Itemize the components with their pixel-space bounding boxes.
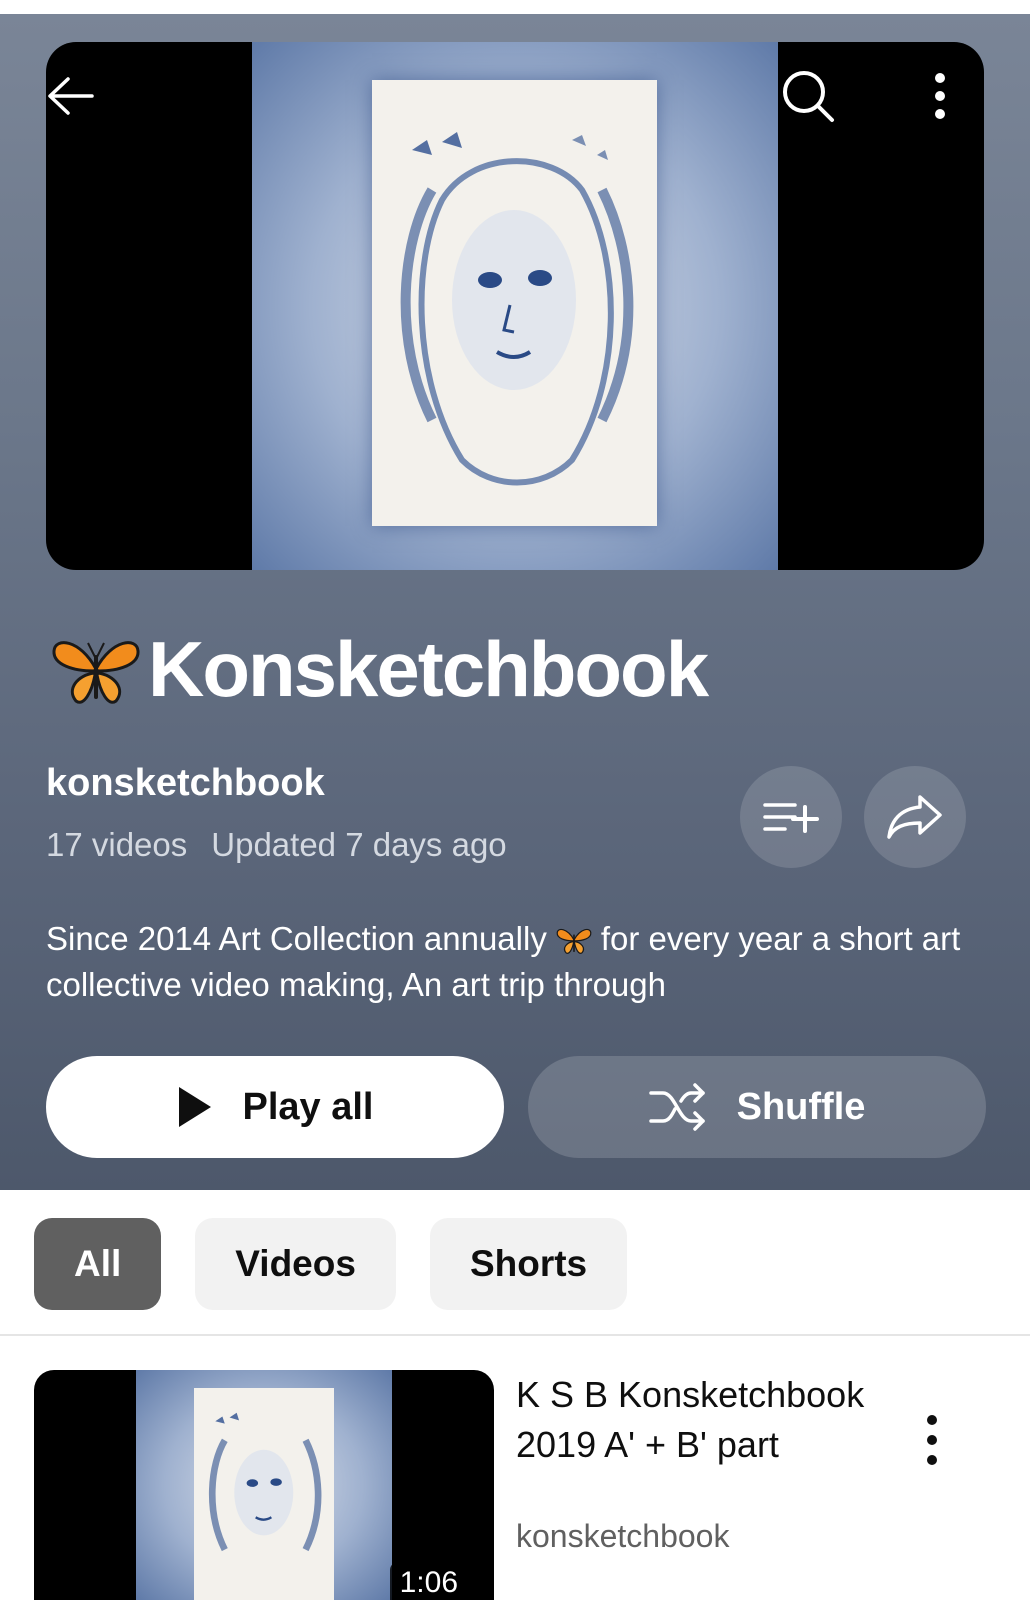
list-item[interactable]: 1:06 K S B Konsketchbook 2019 A' + B' pa…: [34, 1370, 996, 1600]
divider: [0, 1334, 1030, 1336]
playlist-meta: 17 videos Updated 7 days ago: [46, 826, 507, 864]
playlist-title-row: Konsketchbook: [50, 624, 709, 714]
chip-all[interactable]: All: [34, 1218, 162, 1310]
shuffle-icon: [648, 1083, 705, 1131]
artwork-image: [252, 42, 778, 570]
status-spacer: [0, 0, 1030, 14]
play-all-button[interactable]: Play all: [46, 1056, 504, 1158]
playlist-title: Konsketchbook: [148, 624, 709, 713]
video-title[interactable]: K S B Konsketchbook 2019 A' + B' part: [516, 1370, 896, 1470]
share-button[interactable]: [864, 766, 966, 868]
video-channel: konsketchbook: [516, 1518, 730, 1554]
shuffle-button[interactable]: Shuffle: [528, 1056, 986, 1158]
portrait-sketch: [400, 132, 634, 486]
filter-chips: All Videos Shorts: [34, 1218, 661, 1310]
channel-name[interactable]: konsketchbook: [46, 762, 325, 805]
artwork-image: [136, 1370, 392, 1600]
play-all-label: Play all: [242, 1085, 374, 1128]
search-button[interactable]: [780, 66, 836, 126]
sketch-paper: [372, 80, 657, 526]
updated-time: Updated 7 days ago: [211, 826, 507, 863]
more-vertical-icon: [927, 1415, 937, 1465]
shuffle-label: Shuffle: [736, 1085, 866, 1128]
save-to-library-icon: [763, 803, 819, 833]
save-playlist-button[interactable]: [740, 766, 842, 868]
play-icon: [178, 1087, 211, 1127]
video-count: 17 videos: [46, 826, 188, 863]
back-arrow-icon: [48, 77, 94, 115]
playlist-header: Konsketchbook konsketchbook 17 videos Upd…: [0, 14, 1030, 1190]
more-vertical-icon: [935, 73, 945, 119]
search-icon: [783, 71, 834, 122]
sketch-paper: [194, 1388, 334, 1600]
video-duration: 1:06: [389, 1562, 468, 1600]
portrait-sketch: [208, 1412, 322, 1552]
butterfly-icon: [52, 641, 140, 704]
description-text-1: Since 2014 Art Collection annually: [46, 920, 547, 957]
video-more-button[interactable]: [912, 1410, 952, 1470]
chip-videos[interactable]: Videos: [195, 1218, 396, 1310]
back-button[interactable]: [46, 66, 96, 126]
video-thumbnail[interactable]: 1:06: [34, 1370, 494, 1600]
more-options-button[interactable]: [920, 66, 960, 126]
playlist-thumbnail[interactable]: [46, 42, 984, 570]
playlist-description: Since 2014 Art Collection annually for e…: [46, 916, 986, 1008]
share-icon: [887, 795, 942, 839]
butterfly-icon: [556, 928, 592, 954]
chip-shorts[interactable]: Shorts: [429, 1218, 628, 1310]
